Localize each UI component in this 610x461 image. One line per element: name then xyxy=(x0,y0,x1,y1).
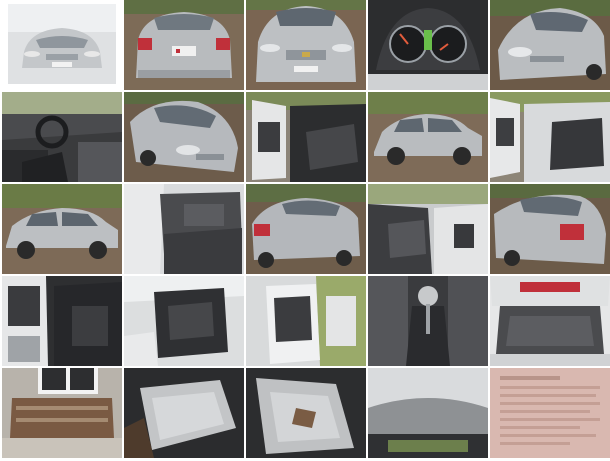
door-open-interior-photo xyxy=(246,92,366,182)
gallery-thumbnail-25[interactable] xyxy=(490,368,610,458)
car-front-left-angle-photo xyxy=(124,92,244,182)
car-rear-right-angle-photo xyxy=(490,184,610,274)
document-page-photo xyxy=(490,368,610,458)
gear-shifter-photo xyxy=(368,276,488,366)
car-rear-photo xyxy=(124,0,244,90)
car-rear-angle-photo xyxy=(246,184,366,274)
trunk-open-photo xyxy=(490,276,610,366)
car-side-left-photo xyxy=(2,184,122,274)
gallery-thumbnail-22[interactable] xyxy=(124,368,244,458)
gallery-thumbnail-2[interactable] xyxy=(124,0,244,90)
car-front-angle-photo xyxy=(490,0,610,90)
open-door-rear-seat-photo xyxy=(490,92,610,182)
front-seat-interior-photo xyxy=(368,184,488,274)
gallery-thumbnail-13[interactable] xyxy=(246,184,366,274)
gallery-thumbnail-4[interactable] xyxy=(368,0,488,90)
gallery-thumbnail-23[interactable] xyxy=(246,368,366,458)
roof-interior-photo xyxy=(368,368,488,458)
gallery-thumbnail-5[interactable] xyxy=(490,0,610,90)
gallery-thumbnail-8[interactable] xyxy=(246,92,366,182)
gallery-thumbnail-20[interactable] xyxy=(490,276,610,366)
door-panel-interior-photo xyxy=(2,276,122,366)
gallery-thumbnail-6[interactable] xyxy=(2,92,122,182)
gallery-thumbnail-1[interactable] xyxy=(2,0,122,90)
gallery-thumbnail-7[interactable] xyxy=(124,92,244,182)
interior-dashboard-photo xyxy=(2,92,122,182)
gallery-thumbnail-14[interactable] xyxy=(368,184,488,274)
photo-gallery-grid xyxy=(0,0,610,461)
gallery-thumbnail-15[interactable] xyxy=(490,184,610,274)
seat-cushion-photo xyxy=(124,368,244,458)
instrument-cluster-photo xyxy=(368,0,488,90)
gallery-thumbnail-12[interactable] xyxy=(124,184,244,274)
rear-seat-interior-photo xyxy=(124,184,244,274)
car-front-photo xyxy=(246,0,366,90)
door-open-front-seat-photo xyxy=(124,276,244,366)
gallery-thumbnail-3[interactable] xyxy=(246,0,366,90)
car-side-photo xyxy=(368,92,488,182)
door-open-side-photo xyxy=(246,276,366,366)
gallery-thumbnail-18[interactable] xyxy=(246,276,366,366)
car-front-photo xyxy=(8,4,116,84)
gallery-thumbnail-19[interactable] xyxy=(368,276,488,366)
gallery-thumbnail-17[interactable] xyxy=(124,276,244,366)
gallery-thumbnail-10[interactable] xyxy=(490,92,610,182)
gallery-thumbnail-16[interactable] xyxy=(2,276,122,366)
seat-cushion-closeup-photo xyxy=(246,368,366,458)
gallery-thumbnail-21[interactable] xyxy=(2,368,122,458)
house-window-photo xyxy=(2,368,122,458)
gallery-thumbnail-11[interactable] xyxy=(2,184,122,274)
gallery-thumbnail-24[interactable] xyxy=(368,368,488,458)
gallery-thumbnail-9[interactable] xyxy=(368,92,488,182)
